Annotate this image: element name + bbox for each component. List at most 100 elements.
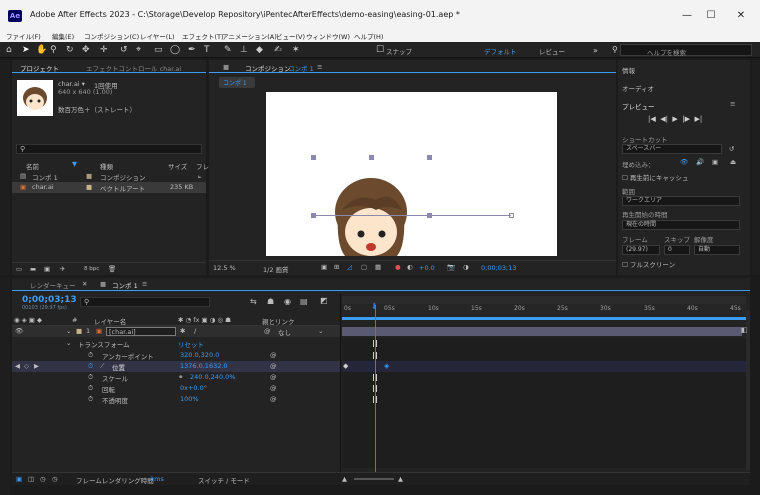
layer-row[interactable]: 👁 ⌄ ■ 1 ▣ [char.ai] ✱ / @ なし ⌄ <box>12 326 340 337</box>
workspace-more-icon[interactable]: » <box>593 46 598 56</box>
anchor-tool-icon[interactable]: ⌖ <box>136 45 141 55</box>
table-row[interactable]: ▣ char.ai ■ ベクトルアート 235 KB <box>12 182 206 193</box>
toggle-modes-icon[interactable]: ◫ <box>28 475 34 483</box>
camera-orbit-icon[interactable]: ↻ <box>66 45 74 55</box>
comp-subtab[interactable]: コンポ 1 <box>219 77 255 88</box>
help-search-input[interactable]: ヘルプを検索 <box>620 44 752 57</box>
layer-search-input[interactable]: ⚲ <box>80 297 210 307</box>
current-timecode[interactable]: 0;00;03;13 <box>22 295 77 305</box>
av-features-icon[interactable]: ◉ ◈ ▣ ◆ <box>14 316 42 324</box>
stopwatch-active-icon[interactable]: ⏱ <box>88 362 93 371</box>
zoom-out-icon[interactable]: ▲ <box>342 475 347 483</box>
playhead-icon[interactable]: ⬇ <box>371 302 378 311</box>
frame-blending-icon[interactable]: ▤ <box>300 297 308 306</box>
col-parent-link[interactable]: 親とリンク <box>262 316 295 326</box>
pin-icon[interactable]: ✈ <box>60 265 65 273</box>
comp-mini-flowchart-icon[interactable]: ⇆ <box>250 297 257 306</box>
rotate-tool-icon[interactable]: ↺ <box>120 45 128 55</box>
collapse-switch-icon[interactable]: ✱ <box>180 327 185 335</box>
exposure-value[interactable]: +0.0 <box>419 264 435 272</box>
new-folder-icon[interactable]: ▬ <box>30 265 36 273</box>
prev-keyframe-icon[interactable]: ◀ <box>15 362 20 370</box>
graph-editor-icon[interactable]: ◩ <box>320 296 328 305</box>
toggle-switches-icon[interactable]: ▣ <box>16 475 22 483</box>
stopwatch-icon[interactable]: ⏱ <box>88 395 93 404</box>
label-color-icon[interactable]: ■ <box>76 327 82 335</box>
roto-brush-icon[interactable]: ✍ <box>274 45 282 55</box>
grid-icon[interactable]: ⊞ <box>334 263 339 271</box>
first-frame-icon[interactable]: |◀ <box>648 115 656 123</box>
transparency-grid-icon[interactable]: ▦ <box>375 263 381 271</box>
layer-name-field[interactable]: [char.ai] <box>106 327 176 336</box>
start-dropdown[interactable]: 現在の時間 <box>622 220 740 230</box>
property-value[interactable]: 320.0,320.0 <box>180 351 219 359</box>
frame-dropdown[interactable]: (29.97) <box>622 245 660 255</box>
ellipse-tool-icon[interactable]: ◯ <box>170 45 180 55</box>
panel-menu-icon[interactable]: ≡ <box>142 280 147 288</box>
pickwhip-icon[interactable]: @ <box>270 373 277 381</box>
interpret-footage-icon[interactable]: ▭ <box>16 265 22 273</box>
rect-tool-icon[interactable]: ▭ <box>154 45 163 55</box>
last-frame-icon[interactable]: ▶| <box>694 115 702 123</box>
chevron-down-icon[interactable]: ⌄ <box>318 327 323 335</box>
zoom-slider[interactable] <box>354 478 394 480</box>
zoom-in-icon[interactable]: ▲ <box>398 475 403 483</box>
clone-stamp-icon[interactable]: ⊥ <box>240 45 248 55</box>
property-row[interactable]: ⏱ 不透明度 100% @ <box>12 394 340 405</box>
region-of-interest-icon[interactable]: ▢ <box>361 263 367 271</box>
transform-expand-icon[interactable]: ⌄ <box>66 339 71 347</box>
show-snapshot-icon[interactable]: ◑ <box>463 263 469 271</box>
hand-tool-icon[interactable]: ✋ <box>36 45 47 55</box>
property-row[interactable]: ⏱ スケール ⚭ 240.0,240.0% @ <box>12 372 340 383</box>
tab-timeline-comp[interactable]: コンポ 1 <box>112 280 138 290</box>
include-audio-icon[interactable]: 🔊 <box>696 158 704 166</box>
visibility-eye-icon[interactable]: 👁 <box>15 327 23 335</box>
constrain-link-icon[interactable]: ⚭ <box>178 373 183 381</box>
motion-path-end[interactable] <box>509 213 514 218</box>
pen-tool-icon[interactable]: ✒ <box>188 45 196 55</box>
draft-3d-icon[interactable]: ☗ <box>267 297 274 306</box>
stopwatch-icon[interactable]: ⏱ <box>88 384 93 393</box>
maximize-button[interactable]: ☐ <box>696 8 726 24</box>
work-area-bar[interactable] <box>342 317 746 320</box>
cache-checkbox[interactable]: ☐ 再生前にキャッシュ <box>622 172 688 182</box>
mask-visibility-icon[interactable]: ◿ <box>347 263 352 271</box>
reset-icon[interactable]: ↺ <box>729 145 734 153</box>
shortcut-dropdown[interactable]: スペースバー <box>622 144 722 154</box>
bbox-handle[interactable] <box>427 155 432 160</box>
stopwatch-icon[interactable]: ⏱ <box>88 351 93 360</box>
menu-effect[interactable]: エフェクト(T) <box>182 31 224 41</box>
comp-canvas[interactable] <box>266 92 557 256</box>
keyframe-icon[interactable]: ◆ <box>343 362 348 370</box>
next-keyframe-icon[interactable]: ▶ <box>34 362 39 370</box>
property-row[interactable]: ⏱ 回転 0x+0.0° @ <box>12 383 340 394</box>
col-frame[interactable]: フレ <box>196 161 209 171</box>
expand-arrow-icon[interactable]: ⌄ <box>66 327 71 335</box>
switches-icons[interactable]: ✱ ◔ fx ▣ ◑ ◎ ☗ <box>178 316 231 324</box>
preview-panel-title[interactable]: プレビュー <box>622 101 655 111</box>
next-frame-icon[interactable]: |▶ <box>682 115 690 123</box>
close-button[interactable]: ✕ <box>726 8 756 24</box>
tab-render-queue[interactable]: レンダーキュー <box>30 280 76 290</box>
search-help-icon[interactable]: ⚲ <box>612 45 618 55</box>
menu-layer[interactable]: レイヤー(L) <box>140 31 175 41</box>
close-tab-icon[interactable]: ✕ <box>82 280 87 288</box>
reset-transform-link[interactable]: リセット <box>178 339 204 349</box>
timeline-divider[interactable] <box>340 294 341 472</box>
switch-mode-toggle[interactable]: スイッチ / モード <box>198 475 250 485</box>
property-value[interactable]: 1376.0,1632.0 <box>180 362 228 370</box>
bbox-handle[interactable] <box>369 155 374 160</box>
layer-duration-bar[interactable] <box>342 327 742 336</box>
snapshot-icon[interactable]: 📷 <box>447 263 455 271</box>
zoom-dropdown[interactable]: 12.5 % <box>213 264 236 272</box>
fullscreen-checkbox[interactable]: ☐ フルスクリーン <box>622 259 675 269</box>
workspace-review[interactable]: レビュー <box>539 46 565 56</box>
timeline-scrollbar[interactable] <box>746 310 750 470</box>
property-value[interactable]: 0x+0.0° <box>180 384 207 392</box>
new-comp-icon[interactable]: ▣ <box>44 265 50 273</box>
include-video-icon[interactable]: 👁 <box>680 158 688 166</box>
include-overlay-icon[interactable]: ▣ <box>712 158 718 166</box>
project-search-input[interactable]: ⚲ <box>16 144 202 154</box>
playhead-line[interactable] <box>375 305 376 472</box>
pickwhip-icon[interactable]: @ <box>270 384 277 392</box>
